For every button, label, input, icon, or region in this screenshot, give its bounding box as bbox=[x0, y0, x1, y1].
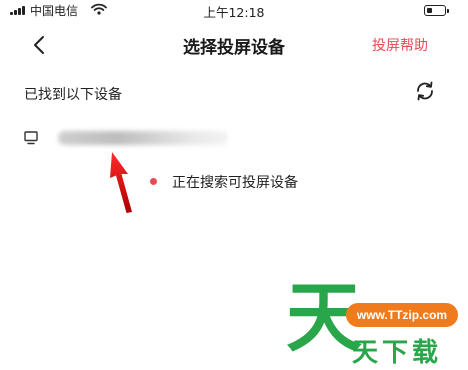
battery-icon bbox=[424, 5, 449, 16]
watermark-text: 天下载 bbox=[352, 338, 443, 368]
watermark-logo: 天 www.TTzip.com 天下载 bbox=[286, 278, 468, 370]
watermark-url: www.TTzip.com bbox=[346, 303, 458, 327]
device-list-item[interactable] bbox=[20, 124, 280, 152]
found-devices-label: 已找到以下设备 bbox=[24, 87, 122, 103]
device-name-blurred bbox=[58, 131, 228, 145]
refresh-button[interactable] bbox=[414, 80, 436, 102]
searching-dot-icon bbox=[150, 178, 157, 185]
status-time: 上午12:18 bbox=[203, 5, 265, 20]
cast-help-link[interactable]: 投屏帮助 bbox=[372, 35, 428, 55]
nav-bar: 选择投屏设备 投屏帮助 bbox=[0, 24, 468, 66]
tv-icon bbox=[24, 131, 38, 145]
refresh-icon bbox=[417, 81, 433, 101]
searching-text: 正在搜索可投屏设备 bbox=[172, 175, 298, 191]
status-bar: 中国电信 上午12:18 bbox=[0, 0, 468, 22]
arrow-pointer-icon bbox=[110, 152, 132, 213]
